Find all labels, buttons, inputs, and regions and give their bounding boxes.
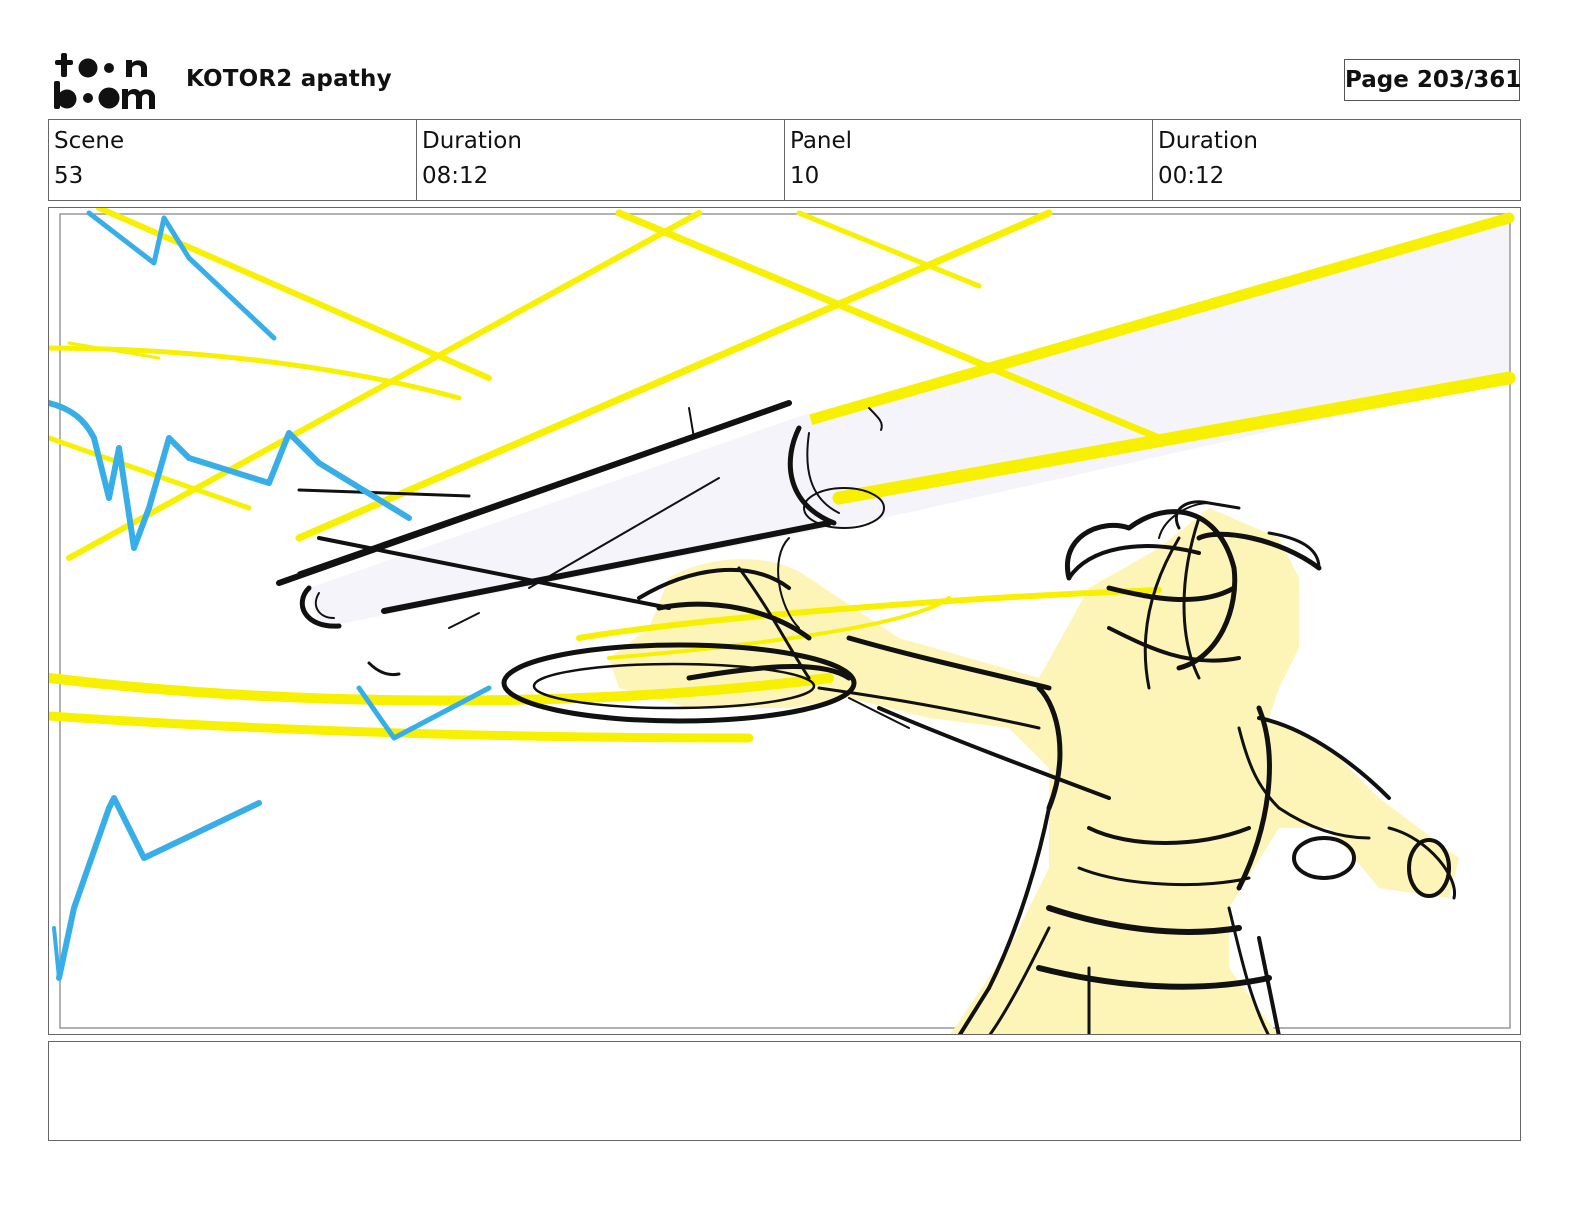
- panel-duration-value: 00:12: [1158, 163, 1225, 189]
- notes-box: [48, 1041, 1521, 1141]
- panel-sketch: [49, 208, 1516, 1034]
- project-title: KOTOR2 apathy: [186, 66, 392, 92]
- scene-label: Scene: [54, 128, 125, 154]
- scene-duration-cell: Duration 08:12: [417, 120, 785, 200]
- panel-duration-cell: Duration 00:12: [1153, 120, 1520, 200]
- scene-cell: Scene 53: [49, 120, 417, 200]
- panel-duration-label: Duration: [1158, 128, 1258, 154]
- panel-value: 10: [790, 163, 820, 189]
- storyboard-panel: [48, 207, 1521, 1035]
- panel-cell: Panel 10: [785, 120, 1153, 200]
- info-table: Scene 53 Duration 08:12 Panel 10 Duratio…: [48, 119, 1521, 201]
- scene-value: 53: [54, 163, 84, 189]
- panel-label: Panel: [790, 128, 853, 154]
- scene-duration-value: 08:12: [422, 163, 489, 189]
- toon-boom-logo: [54, 53, 155, 109]
- page-indicator: Page 203/361: [1344, 59, 1521, 101]
- scene-duration-label: Duration: [422, 128, 522, 154]
